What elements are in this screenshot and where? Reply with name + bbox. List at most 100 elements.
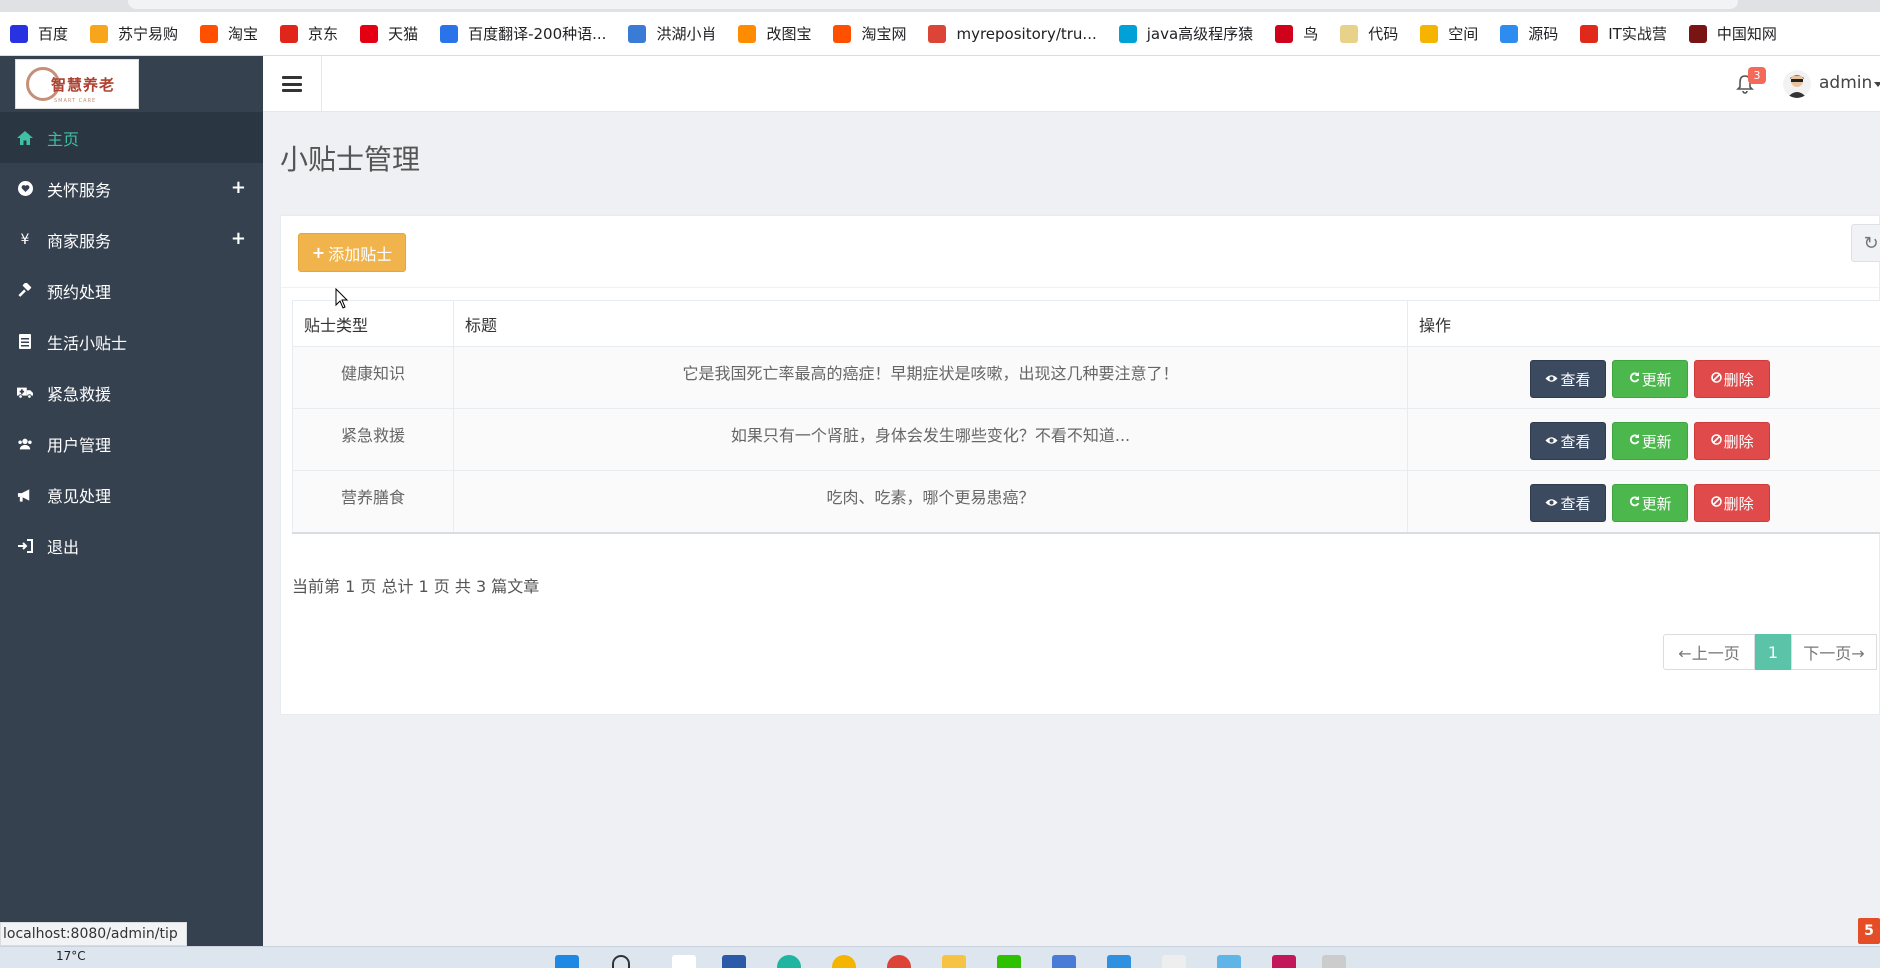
- bookmark-item[interactable]: myrepository/tru...: [928, 24, 1097, 43]
- folder-icon[interactable]: [942, 955, 966, 968]
- ban-icon: [1710, 434, 1722, 448]
- actions-cell: 查看 更新 删除: [1407, 470, 1880, 534]
- notification-badge: 3: [1748, 67, 1766, 84]
- bookmark-label: 源码: [1528, 25, 1559, 43]
- users-icon: [17, 436, 33, 452]
- bilibili-icon: [1118, 24, 1137, 43]
- translate-icon: [440, 24, 459, 43]
- add-tip-label: 添加贴士: [328, 244, 393, 264]
- avatar[interactable]: [1783, 70, 1811, 98]
- taskbar-app-icon[interactable]: [887, 955, 911, 968]
- bookmark-label: 京东: [308, 25, 339, 43]
- column-header-ops: 操作: [1407, 300, 1880, 347]
- column-header-title: 标题: [453, 300, 1408, 347]
- tip-title-cell[interactable]: 吃肉、吃素，哪个更易患癌？: [453, 470, 1408, 534]
- view-button[interactable]: 查看: [1530, 360, 1606, 398]
- address-bar-edge[interactable]: [128, 0, 1738, 9]
- prev-page-button[interactable]: ←上一页: [1663, 634, 1755, 670]
- update-label: 更新: [1641, 370, 1672, 389]
- bookmark-item[interactable]: 淘宝: [200, 23, 258, 44]
- update-button[interactable]: 更新: [1612, 422, 1689, 460]
- logo-subtext: SMART CARE: [54, 98, 97, 104]
- sidebar-item-users[interactable]: 用户管理: [0, 418, 263, 469]
- tmall-icon: [360, 24, 379, 43]
- bookmark-item[interactable]: 源码: [1500, 23, 1558, 44]
- bookmark-label: 代码: [1368, 25, 1399, 43]
- bookmark-item[interactable]: 苏宁易购: [90, 23, 178, 44]
- bookmark-item[interactable]: java高级程序猿: [1118, 23, 1253, 44]
- bookmark-label: 洪湖小肖: [656, 25, 717, 43]
- add-tip-button[interactable]: + 添加贴士: [298, 233, 406, 272]
- sidebar-item-home[interactable]: 主页: [0, 112, 263, 163]
- page-number-current[interactable]: 1: [1755, 634, 1791, 670]
- yen-icon: ¥: [20, 231, 30, 248]
- bookmark-item[interactable]: 天猫: [360, 23, 418, 44]
- delete-button[interactable]: 删除: [1694, 422, 1771, 460]
- bookmark-item[interactable]: IT实战营: [1580, 23, 1667, 44]
- bookmark-item[interactable]: 空间: [1420, 23, 1478, 44]
- update-label: 更新: [1641, 432, 1672, 451]
- expand-plus-icon[interactable]: +: [231, 228, 246, 249]
- delete-button[interactable]: 删除: [1694, 484, 1771, 522]
- bookmark-item[interactable]: 代码: [1340, 23, 1398, 44]
- sidebar: 智慧养老 SMART CARE 主页 关怀服务 + ¥ 商家服务 + 预约处理 …: [0, 56, 263, 946]
- view-label: 查看: [1560, 370, 1591, 389]
- view-button[interactable]: 查看: [1530, 484, 1606, 522]
- taskbar-app-icon[interactable]: [777, 955, 801, 968]
- next-page-button[interactable]: 下一页→: [1791, 634, 1877, 670]
- bookmark-item[interactable]: 改图宝: [738, 23, 811, 44]
- table-row: 营养膳食 吃肉、吃素，哪个更易患癌？ 查看 更新 删除: [292, 470, 1880, 534]
- taskbar-app-icon[interactable]: [722, 955, 746, 968]
- tip-title-cell[interactable]: 它是我国死亡率最高的癌症！早期症状是咳嗽，出现这几种要注意了！: [453, 346, 1408, 409]
- bookmark-item[interactable]: 淘宝网: [833, 23, 906, 44]
- suning-icon: [90, 24, 109, 43]
- taskbar-app-icon[interactable]: [1217, 955, 1241, 968]
- caret-down-icon[interactable]: [1874, 82, 1880, 87]
- taskbar-app-icon[interactable]: [1322, 955, 1346, 968]
- sidebar-item-rescue[interactable]: 紧急救援: [0, 367, 263, 418]
- delete-button[interactable]: 删除: [1694, 360, 1771, 398]
- taskbar-app-icon[interactable]: [1162, 955, 1186, 968]
- taskbar-app-icon[interactable]: [672, 955, 696, 968]
- chrome-icon: [928, 24, 947, 43]
- windows-start-icon[interactable]: [555, 955, 579, 968]
- chrome-icon[interactable]: [832, 955, 856, 968]
- tip-title-cell[interactable]: 如果只有一个肾脏，身体会发生哪些变化？不看不知道...: [453, 408, 1408, 471]
- taskbar-app-icon[interactable]: [1107, 955, 1131, 968]
- wechat-icon[interactable]: [997, 955, 1021, 968]
- expand-plus-icon[interactable]: +: [231, 177, 246, 198]
- bookmark-item[interactable]: 洪湖小肖: [628, 23, 716, 44]
- bookmark-label: myrepository/tru...: [956, 24, 1097, 43]
- bookmark-item[interactable]: 百度翻译-200种语...: [440, 23, 606, 44]
- qzone-icon: [1420, 24, 1439, 43]
- sidebar-item-merchant[interactable]: ¥ 商家服务 +: [0, 214, 263, 265]
- sidebar-item-booking[interactable]: 预约处理: [0, 265, 263, 316]
- view-button[interactable]: 查看: [1530, 422, 1606, 460]
- bookmark-item[interactable]: 百度: [10, 23, 68, 44]
- bookmark-label: 改图宝: [766, 25, 812, 43]
- bookmark-item[interactable]: 鸟: [1275, 23, 1318, 44]
- search-icon[interactable]: [612, 955, 630, 968]
- sidebar-item-feedback[interactable]: 意见处理: [0, 469, 263, 520]
- taskbar-app-icon[interactable]: [1272, 955, 1296, 968]
- update-button[interactable]: 更新: [1612, 360, 1689, 398]
- bookmark-label: IT实战营: [1608, 25, 1667, 43]
- update-button[interactable]: 更新: [1612, 484, 1689, 522]
- sidebar-item-care[interactable]: 关怀服务 +: [0, 163, 263, 214]
- table-row: 紧急救援 如果只有一个肾脏，身体会发生哪些变化？不看不知道... 查看 更新 删除: [292, 408, 1880, 471]
- bookmark-item[interactable]: 中国知网: [1688, 23, 1777, 44]
- bookmark-item[interactable]: 京东: [280, 23, 338, 44]
- bookmark-label: 百度: [38, 25, 69, 43]
- pagination-info: 当前第 1 页 总计 1 页 共 3 篇文章: [292, 577, 540, 596]
- view-label: 查看: [1560, 432, 1591, 451]
- sidebar-item-tips[interactable]: 生活小贴士: [0, 316, 263, 367]
- refresh-button[interactable]: ↻: [1851, 224, 1880, 262]
- sidebar-item-label: 用户管理: [47, 435, 112, 455]
- menu-toggle-button[interactable]: [263, 56, 322, 112]
- taskbar-app-icon[interactable]: [1052, 955, 1076, 968]
- logo[interactable]: 智慧养老 SMART CARE: [15, 59, 139, 109]
- sidebar-item-label: 生活小贴士: [47, 333, 128, 353]
- table-row: 健康知识 它是我国死亡率最高的癌症！早期症状是咳嗽，出现这几种要注意了！ 查看 更新…: [292, 346, 1880, 409]
- sidebar-item-logout[interactable]: 退出: [0, 520, 263, 571]
- user-name[interactable]: admin: [1819, 73, 1872, 93]
